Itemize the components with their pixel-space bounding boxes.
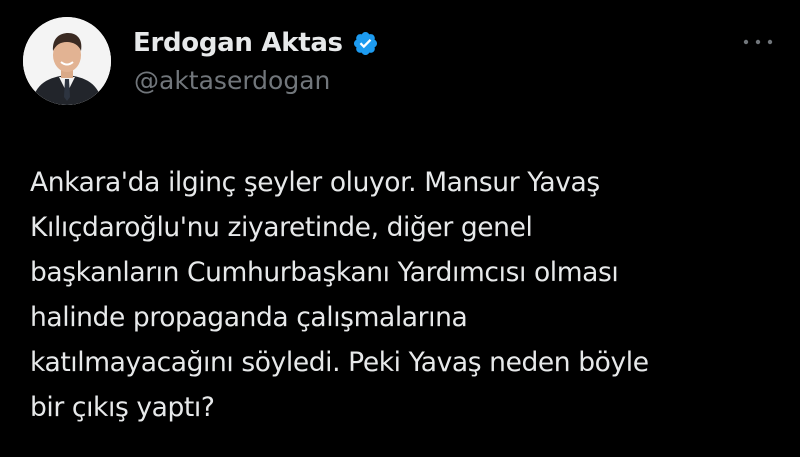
tweet-text-line: Ankara'da ilginç şeyler oluyor. Mansur Y… — [30, 167, 600, 198]
avatar[interactable] — [23, 17, 111, 105]
more-options-icon[interactable] — [738, 30, 778, 54]
author-display-name[interactable]: Erdogan Aktas — [133, 28, 343, 58]
author-name-row: Erdogan Aktas — [133, 25, 379, 61]
profile-photo-icon — [23, 17, 111, 105]
author-handle[interactable]: @aktaserdogan — [134, 66, 330, 95]
tweet-text-line: Kılıçdaroğlu'nu ziyaretinde, diğer genel — [30, 212, 533, 243]
tweet-text-line: katılmayacağını söyledi. Peki Yavaş nede… — [30, 347, 649, 378]
tweet-text-line: bir çıkış yaptı? — [30, 392, 215, 423]
tweet-text-line: halinde propaganda çalışmalarına — [30, 302, 468, 333]
verified-badge-icon[interactable] — [352, 30, 379, 57]
tweet-card: Erdogan Aktas @aktaserdogan Ankara'da il… — [0, 0, 800, 457]
tweet-text-line: başkanların Cumhurbaşkanı Yardımcısı olm… — [30, 257, 619, 288]
tweet-text: Ankara'da ilginç şeyler oluyor. Mansur Y… — [30, 160, 780, 430]
